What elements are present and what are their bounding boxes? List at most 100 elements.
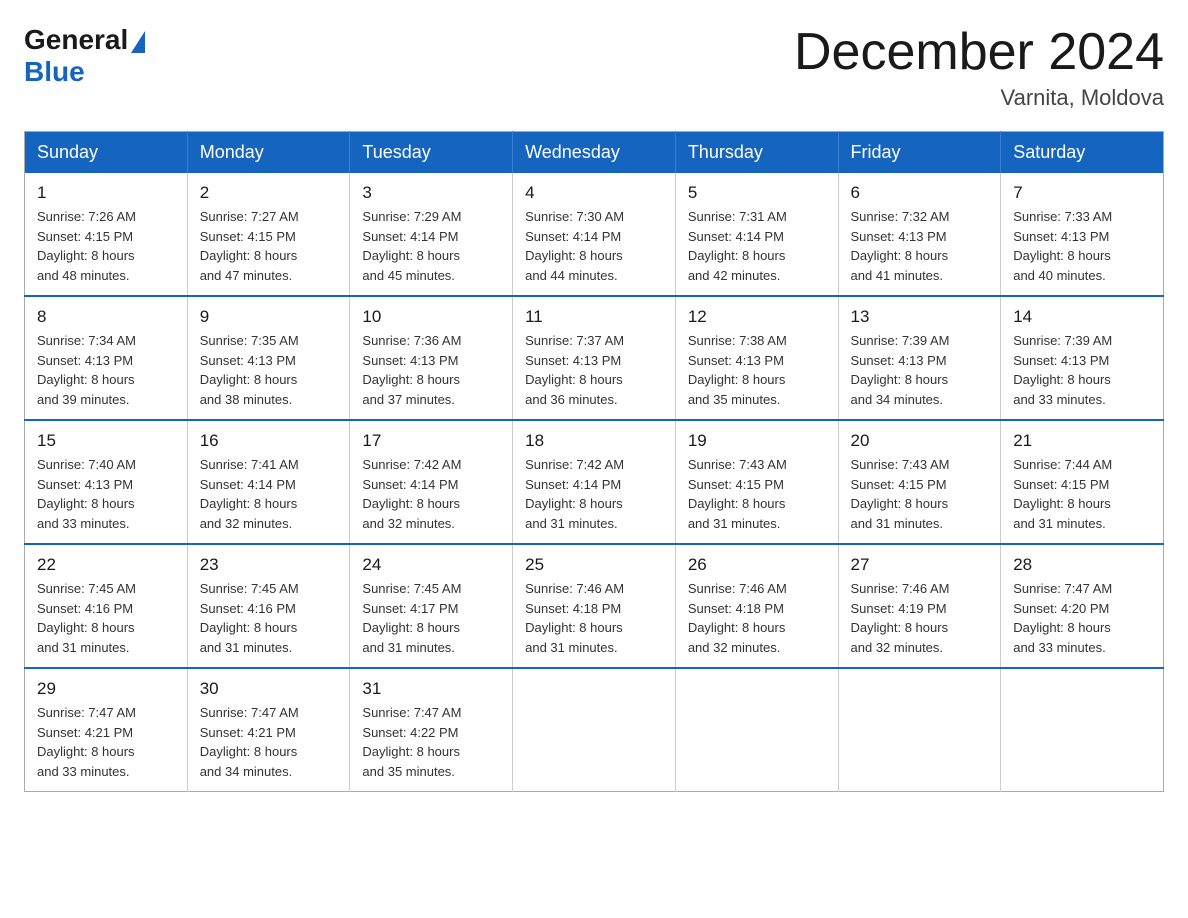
day-info: Sunrise: 7:40 AMSunset: 4:13 PMDaylight:… xyxy=(37,455,175,533)
day-info: Sunrise: 7:27 AMSunset: 4:15 PMDaylight:… xyxy=(200,207,338,285)
calendar-header-thursday: Thursday xyxy=(675,132,838,174)
day-info: Sunrise: 7:45 AMSunset: 4:16 PMDaylight:… xyxy=(37,579,175,657)
day-number: 28 xyxy=(1013,555,1151,575)
day-number: 1 xyxy=(37,183,175,203)
day-number: 27 xyxy=(851,555,989,575)
calendar-cell: 9Sunrise: 7:35 AMSunset: 4:13 PMDaylight… xyxy=(187,296,350,420)
logo-triangle-icon xyxy=(131,31,145,53)
calendar-cell: 11Sunrise: 7:37 AMSunset: 4:13 PMDayligh… xyxy=(513,296,676,420)
calendar-header-saturday: Saturday xyxy=(1001,132,1164,174)
calendar-header-row: SundayMondayTuesdayWednesdayThursdayFrid… xyxy=(25,132,1164,174)
day-number: 26 xyxy=(688,555,826,575)
day-info: Sunrise: 7:43 AMSunset: 4:15 PMDaylight:… xyxy=(688,455,826,533)
calendar-week-row: 29 Sunrise: 7:47 AMSunset: 4:21 PMDayligh… xyxy=(25,668,1164,792)
day-number: 14 xyxy=(1013,307,1151,327)
calendar-cell: 16 Sunrise: 7:41 AMSunset: 4:14 PMDayligh… xyxy=(187,420,350,544)
day-info: Sunrise: 7:26 AMSunset: 4:15 PMDaylight:… xyxy=(37,207,175,285)
day-number: 22 xyxy=(37,555,175,575)
calendar-cell: 2 Sunrise: 7:27 AMSunset: 4:15 PMDaylight… xyxy=(187,173,350,296)
day-number: 12 xyxy=(688,307,826,327)
title-area: December 2024 Varnita, Moldova xyxy=(794,24,1164,111)
day-info: Sunrise: 7:45 AMSunset: 4:16 PMDaylight:… xyxy=(200,579,338,657)
day-number: 19 xyxy=(688,431,826,451)
calendar-week-row: 8Sunrise: 7:34 AMSunset: 4:13 PMDaylight… xyxy=(25,296,1164,420)
calendar-week-row: 15 Sunrise: 7:40 AMSunset: 4:13 PMDayligh… xyxy=(25,420,1164,544)
calendar-cell: 23 Sunrise: 7:45 AMSunset: 4:16 PMDayligh… xyxy=(187,544,350,668)
day-info: Sunrise: 7:47 AMSunset: 4:22 PMDaylight:… xyxy=(362,703,500,781)
calendar-cell: 12Sunrise: 7:38 AMSunset: 4:13 PMDayligh… xyxy=(675,296,838,420)
day-info: Sunrise: 7:47 AMSunset: 4:20 PMDaylight:… xyxy=(1013,579,1151,657)
calendar-cell: 18Sunrise: 7:42 AMSunset: 4:14 PMDayligh… xyxy=(513,420,676,544)
calendar-cell: 8Sunrise: 7:34 AMSunset: 4:13 PMDaylight… xyxy=(25,296,188,420)
day-number: 17 xyxy=(362,431,500,451)
day-info: Sunrise: 7:45 AMSunset: 4:17 PMDaylight:… xyxy=(362,579,500,657)
calendar-cell: 21 Sunrise: 7:44 AMSunset: 4:15 PMDayligh… xyxy=(1001,420,1164,544)
day-number: 21 xyxy=(1013,431,1151,451)
day-number: 13 xyxy=(851,307,989,327)
calendar-cell: 19 Sunrise: 7:43 AMSunset: 4:15 PMDayligh… xyxy=(675,420,838,544)
calendar-cell: 29 Sunrise: 7:47 AMSunset: 4:21 PMDayligh… xyxy=(25,668,188,792)
day-number: 25 xyxy=(525,555,663,575)
day-info: Sunrise: 7:32 AMSunset: 4:13 PMDaylight:… xyxy=(851,207,989,285)
calendar-cell: 20 Sunrise: 7:43 AMSunset: 4:15 PMDayligh… xyxy=(838,420,1001,544)
calendar-header-tuesday: Tuesday xyxy=(350,132,513,174)
calendar-cell: 1 Sunrise: 7:26 AMSunset: 4:15 PMDaylight… xyxy=(25,173,188,296)
day-number: 10 xyxy=(362,307,500,327)
day-info: Sunrise: 7:44 AMSunset: 4:15 PMDaylight:… xyxy=(1013,455,1151,533)
day-number: 3 xyxy=(362,183,500,203)
calendar-cell: 22 Sunrise: 7:45 AMSunset: 4:16 PMDayligh… xyxy=(25,544,188,668)
calendar-cell: 27 Sunrise: 7:46 AMSunset: 4:19 PMDayligh… xyxy=(838,544,1001,668)
day-info: Sunrise: 7:36 AMSunset: 4:13 PMDaylight:… xyxy=(362,331,500,409)
calendar-week-row: 22 Sunrise: 7:45 AMSunset: 4:16 PMDayligh… xyxy=(25,544,1164,668)
calendar-cell: 3 Sunrise: 7:29 AMSunset: 4:14 PMDaylight… xyxy=(350,173,513,296)
day-number: 15 xyxy=(37,431,175,451)
day-info: Sunrise: 7:39 AMSunset: 4:13 PMDaylight:… xyxy=(851,331,989,409)
day-info: Sunrise: 7:41 AMSunset: 4:14 PMDaylight:… xyxy=(200,455,338,533)
calendar-cell: 25 Sunrise: 7:46 AMSunset: 4:18 PMDayligh… xyxy=(513,544,676,668)
calendar-header-monday: Monday xyxy=(187,132,350,174)
calendar-cell: 31Sunrise: 7:47 AMSunset: 4:22 PMDayligh… xyxy=(350,668,513,792)
day-info: Sunrise: 7:33 AMSunset: 4:13 PMDaylight:… xyxy=(1013,207,1151,285)
day-number: 30 xyxy=(200,679,338,699)
day-info: Sunrise: 7:46 AMSunset: 4:18 PMDaylight:… xyxy=(525,579,663,657)
calendar-cell: 15 Sunrise: 7:40 AMSunset: 4:13 PMDayligh… xyxy=(25,420,188,544)
day-number: 24 xyxy=(362,555,500,575)
day-number: 23 xyxy=(200,555,338,575)
calendar-cell: 7 Sunrise: 7:33 AMSunset: 4:13 PMDaylight… xyxy=(1001,173,1164,296)
day-number: 2 xyxy=(200,183,338,203)
calendar-cell: 10 Sunrise: 7:36 AMSunset: 4:13 PMDayligh… xyxy=(350,296,513,420)
calendar-cell xyxy=(675,668,838,792)
day-info: Sunrise: 7:34 AMSunset: 4:13 PMDaylight:… xyxy=(37,331,175,409)
day-info: Sunrise: 7:35 AMSunset: 4:13 PMDaylight:… xyxy=(200,331,338,409)
logo-blue: Blue xyxy=(24,56,145,88)
month-title: December 2024 xyxy=(794,24,1164,81)
day-info: Sunrise: 7:47 AMSunset: 4:21 PMDaylight:… xyxy=(37,703,175,781)
calendar-cell: 14 Sunrise: 7:39 AMSunset: 4:13 PMDayligh… xyxy=(1001,296,1164,420)
calendar-cell xyxy=(1001,668,1164,792)
page-header: General Blue December 2024 Varnita, Mold… xyxy=(24,24,1164,111)
logo: General Blue xyxy=(24,24,145,88)
day-number: 6 xyxy=(851,183,989,203)
calendar-table: SundayMondayTuesdayWednesdayThursdayFrid… xyxy=(24,131,1164,792)
location-title: Varnita, Moldova xyxy=(794,85,1164,111)
day-number: 16 xyxy=(200,431,338,451)
day-number: 20 xyxy=(851,431,989,451)
calendar-cell: 24 Sunrise: 7:45 AMSunset: 4:17 PMDayligh… xyxy=(350,544,513,668)
calendar-cell: 6 Sunrise: 7:32 AMSunset: 4:13 PMDaylight… xyxy=(838,173,1001,296)
day-info: Sunrise: 7:46 AMSunset: 4:18 PMDaylight:… xyxy=(688,579,826,657)
calendar-header-wednesday: Wednesday xyxy=(513,132,676,174)
day-info: Sunrise: 7:39 AMSunset: 4:13 PMDaylight:… xyxy=(1013,331,1151,409)
day-info: Sunrise: 7:31 AMSunset: 4:14 PMDaylight:… xyxy=(688,207,826,285)
calendar-cell: 13 Sunrise: 7:39 AMSunset: 4:13 PMDayligh… xyxy=(838,296,1001,420)
day-info: Sunrise: 7:46 AMSunset: 4:19 PMDaylight:… xyxy=(851,579,989,657)
calendar-cell: 5 Sunrise: 7:31 AMSunset: 4:14 PMDaylight… xyxy=(675,173,838,296)
day-info: Sunrise: 7:29 AMSunset: 4:14 PMDaylight:… xyxy=(362,207,500,285)
day-info: Sunrise: 7:43 AMSunset: 4:15 PMDaylight:… xyxy=(851,455,989,533)
day-number: 29 xyxy=(37,679,175,699)
calendar-cell: 4Sunrise: 7:30 AMSunset: 4:14 PMDaylight… xyxy=(513,173,676,296)
day-number: 7 xyxy=(1013,183,1151,203)
day-info: Sunrise: 7:42 AMSunset: 4:14 PMDaylight:… xyxy=(362,455,500,533)
day-number: 4 xyxy=(525,183,663,203)
calendar-cell: 26 Sunrise: 7:46 AMSunset: 4:18 PMDayligh… xyxy=(675,544,838,668)
day-number: 5 xyxy=(688,183,826,203)
